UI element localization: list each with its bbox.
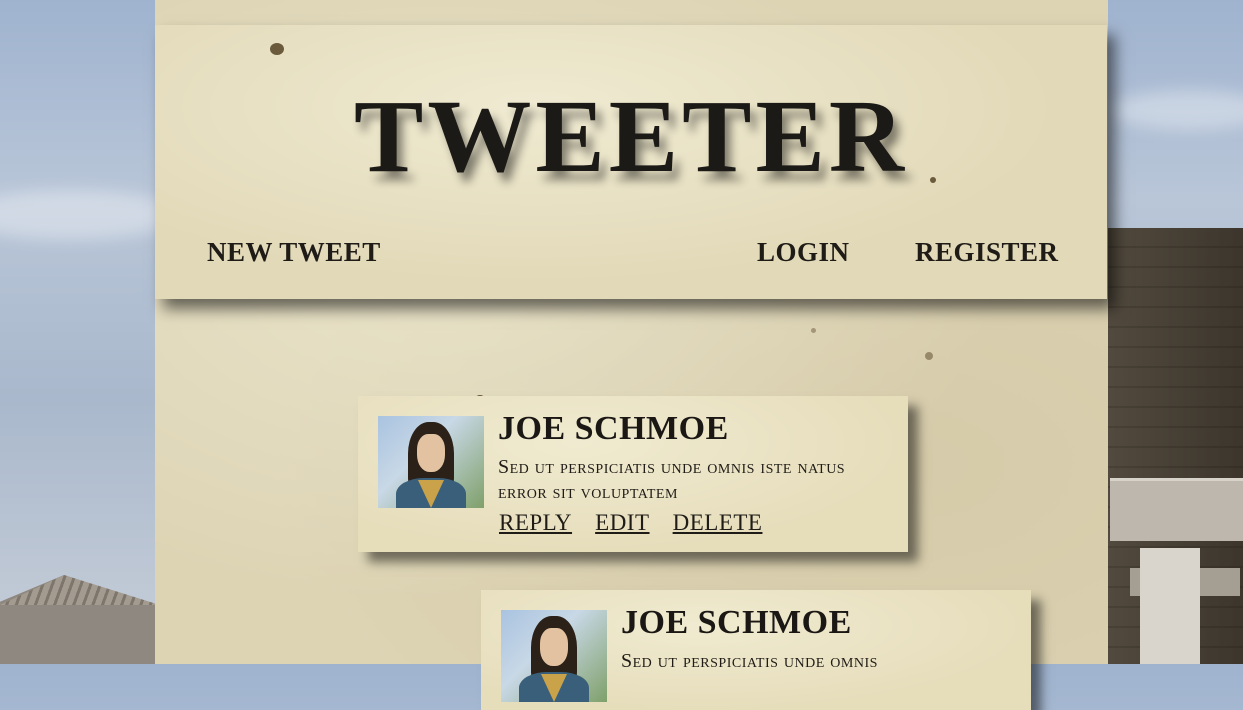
new-tweet-link[interactable]: NEW TWEET [207, 239, 381, 266]
sky-cloud [1110, 90, 1243, 130]
site-header: TWEETER NEW TWEET LOGIN REGISTER [155, 25, 1107, 299]
tweet-card: JOE SCHMOE Sed ut perspiciatis unde omni… [481, 590, 1031, 710]
avatar [378, 416, 484, 508]
tweet-card: JOE SCHMOE Sed ut perspiciatis unde omni… [358, 396, 908, 552]
avatar [501, 610, 607, 702]
paper-speck [811, 328, 816, 333]
avatar-face [540, 628, 568, 666]
paper-speck [925, 352, 933, 360]
site-title: TWEETER [354, 79, 908, 194]
delete-link[interactable]: DELETE [673, 510, 763, 535]
paper-speck [270, 43, 284, 55]
ruin-cornice [1110, 478, 1243, 541]
avatar-face [417, 434, 445, 472]
register-link[interactable]: REGISTER [915, 239, 1059, 266]
ruin-column [1140, 548, 1200, 664]
tweet-author: JOE SCHMOE [498, 410, 729, 447]
tweet-author: JOE SCHMOE [621, 604, 852, 641]
edit-link[interactable]: EDIT [595, 510, 649, 535]
reply-link[interactable]: REPLY [499, 510, 572, 535]
background-ruins-roof [0, 575, 160, 605]
tweet-actions: REPLY EDIT DELETE [499, 510, 780, 536]
background-ruins-right [1100, 228, 1243, 664]
login-link[interactable]: LOGIN [757, 239, 850, 266]
tweet-text: Sed ut perspiciatis unde omnis [621, 650, 878, 672]
sky-cloud [0, 190, 180, 240]
tweet-text: Sed ut perspiciatis unde omnis iste natu… [498, 456, 846, 503]
